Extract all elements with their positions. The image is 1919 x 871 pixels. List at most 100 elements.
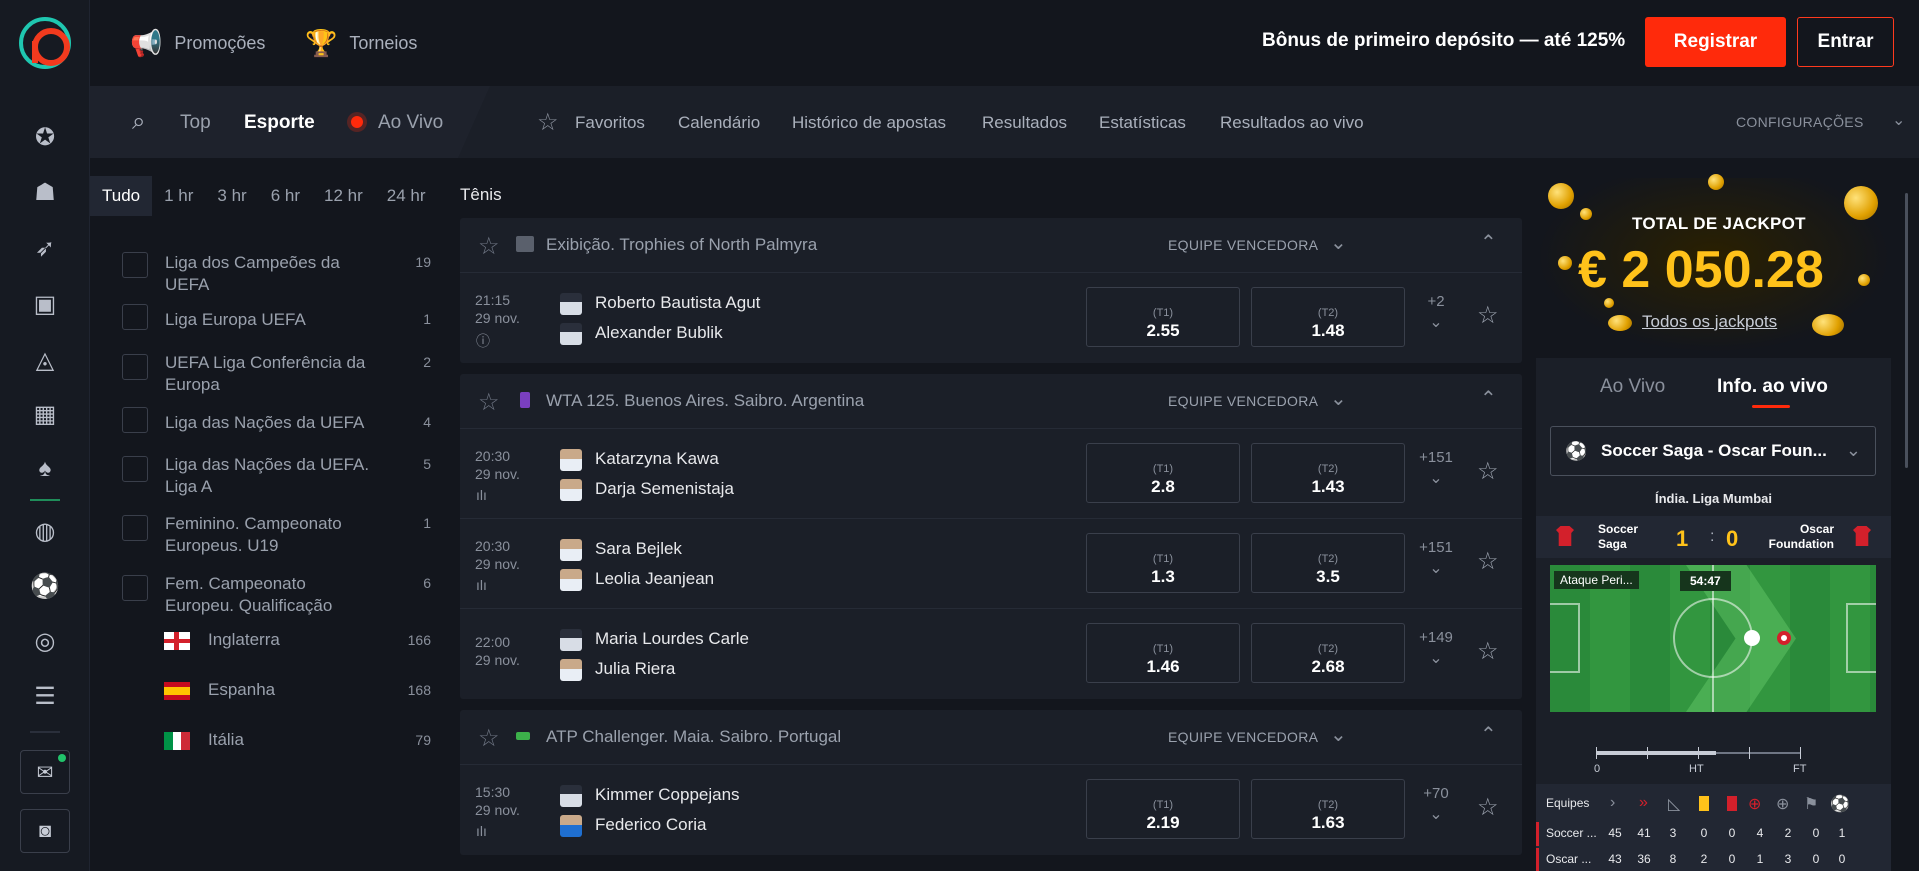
- star-icon[interactable]: ☆: [478, 724, 500, 753]
- league-name: Liga Europa UEFA: [165, 310, 306, 329]
- match-row[interactable]: 20:30 29 nov. ılı Sara Bejlek Leolia Jean…: [460, 519, 1522, 609]
- right-scrollbar[interactable]: [1905, 193, 1908, 468]
- time-filter-all[interactable]: Tudo: [90, 176, 153, 216]
- league-checkbox[interactable]: [122, 456, 148, 482]
- cards-icon[interactable]: ♠: [26, 450, 64, 488]
- promotions-link[interactable]: 📢 Promoções: [130, 28, 265, 59]
- favorite-star-icon[interactable]: ☆: [1477, 457, 1499, 486]
- more-markets-button[interactable]: +70 ⌄: [1416, 785, 1456, 824]
- bonus-banner[interactable]: Bônus de primeiro depósito — até 125%: [1262, 30, 1625, 52]
- market-selector[interactable]: EQUIPE VENCEDORA: [1168, 729, 1318, 745]
- lottery-icon[interactable]: ◬: [26, 341, 64, 379]
- odd-t1-button[interactable]: (T1) 2.8: [1086, 443, 1240, 503]
- odd-t1-button[interactable]: (T1) 1.46: [1086, 623, 1240, 683]
- nav-calendar[interactable]: Calendário: [678, 113, 760, 133]
- dealer-icon[interactable]: ☗: [26, 173, 64, 211]
- odd-t1-button[interactable]: (T1) 2.19: [1086, 779, 1240, 839]
- info-icon[interactable]: ⓘ: [476, 331, 490, 351]
- market-selector[interactable]: EQUIPE VENCEDORA: [1168, 393, 1318, 409]
- odd-t1-button[interactable]: (T1) 2.55: [1086, 287, 1240, 347]
- match-row[interactable]: 20:30 29 nov. ılı Katarzyna Kawa Darja Se…: [460, 429, 1522, 519]
- chevron-down-icon[interactable]: ⌄: [1330, 386, 1347, 411]
- match-selector[interactable]: ⚽ Soccer Saga - Oscar Foun... ⌄: [1550, 426, 1876, 476]
- league-filter-panel: Tudo 1 hr 3 hr 6 hr 12 hr 24 hr Liga dos…: [90, 158, 447, 871]
- favorite-star-icon[interactable]: ☆: [1477, 301, 1499, 330]
- league-checkbox[interactable]: [122, 515, 148, 541]
- time-filter-24h[interactable]: 24 hr: [375, 176, 438, 216]
- tab-live-info[interactable]: Info. ao vivo: [1717, 376, 1828, 398]
- soccer-icon[interactable]: ⚽: [26, 567, 64, 605]
- coin-icon: [1558, 256, 1572, 270]
- nav-live[interactable]: Ao Vivo: [378, 112, 443, 134]
- nav-statistics[interactable]: Estatísticas: [1099, 113, 1186, 133]
- basketball-icon[interactable]: ◍: [26, 512, 64, 550]
- odd-t2-button[interactable]: (T2) 1.63: [1251, 779, 1405, 839]
- more-markets-button[interactable]: +149 ⌄: [1416, 629, 1456, 668]
- stats-icon[interactable]: ılı: [476, 577, 487, 593]
- casino-chip-icon[interactable]: ✪: [26, 118, 64, 156]
- target-icon[interactable]: ◎: [26, 622, 64, 660]
- logo[interactable]: [19, 17, 71, 69]
- match-row[interactable]: 21:15 29 nov. ⓘ Roberto Bautista Agut Ale…: [460, 273, 1522, 363]
- chevron-down-icon[interactable]: ⌄: [1330, 230, 1347, 255]
- stat-value: 36: [1637, 852, 1651, 866]
- stats-icon[interactable]: ılı: [476, 487, 487, 503]
- odd-t2-button[interactable]: (T2) 3.5: [1251, 533, 1405, 593]
- register-button[interactable]: Registrar: [1645, 17, 1786, 67]
- favorite-star-icon[interactable]: ☆: [1477, 547, 1499, 576]
- pitch-penalty-box: [1578, 603, 1580, 673]
- nav-live-results[interactable]: Resultados ao vivo: [1220, 113, 1364, 133]
- time-filter-6h[interactable]: 6 hr: [259, 176, 312, 216]
- stats-icon[interactable]: ılı: [476, 823, 487, 839]
- jackpot-banner[interactable]: TOTAL DE JACKPOT € 2 050.28 Todos os jac…: [1536, 174, 1891, 353]
- login-button[interactable]: Entrar: [1797, 17, 1894, 67]
- star-icon[interactable]: ☆: [478, 232, 500, 261]
- chat-button[interactable]: ✉: [20, 750, 70, 794]
- time-filter-12h[interactable]: 12 hr: [312, 176, 375, 216]
- live-info-body: ⚽ Soccer Saga - Oscar Foun... ⌄ Índia. L…: [1536, 416, 1891, 871]
- odd-t2-button[interactable]: (T2) 2.68: [1251, 623, 1405, 683]
- league-checkbox[interactable]: [122, 354, 148, 380]
- more-markets-button[interactable]: +151 ⌄: [1416, 449, 1456, 488]
- league-checkbox[interactable]: [122, 252, 148, 278]
- settings-menu[interactable]: CONFIGURAÇÕES: [1736, 114, 1864, 130]
- nav-bet-history[interactable]: Histórico de apostas: [792, 113, 946, 133]
- nav-top[interactable]: Top: [180, 112, 211, 134]
- nav-results[interactable]: Resultados: [982, 113, 1067, 133]
- star-icon[interactable]: ☆: [537, 108, 559, 137]
- time-filter-1h[interactable]: 1 hr: [152, 176, 205, 216]
- nav-favorites[interactable]: Favoritos: [575, 113, 645, 133]
- tab-live[interactable]: Ao Vivo: [1600, 376, 1665, 398]
- chevron-up-icon[interactable]: ⌃: [1480, 230, 1497, 255]
- league-checkbox[interactable]: [122, 304, 148, 330]
- odd-t2-button[interactable]: (T2) 1.48: [1251, 287, 1405, 347]
- chevron-up-icon[interactable]: ⌃: [1480, 722, 1497, 747]
- market-selector[interactable]: EQUIPE VENCEDORA: [1168, 237, 1318, 253]
- favorite-star-icon[interactable]: ☆: [1477, 793, 1499, 822]
- receipt-icon[interactable]: ☰: [26, 677, 64, 715]
- more-markets-button[interactable]: +151 ⌄: [1416, 539, 1456, 578]
- nav-sport[interactable]: Esporte: [244, 112, 315, 134]
- chevron-down-icon[interactable]: ⌄: [1892, 110, 1906, 130]
- camera-button[interactable]: ◙: [20, 809, 70, 853]
- chevron-down-icon[interactable]: ⌄: [1330, 722, 1347, 747]
- rocket-icon[interactable]: ➶: [26, 229, 64, 267]
- odd-t1-button[interactable]: (T1) 1.3: [1086, 533, 1240, 593]
- search-icon[interactable]: ⌕: [132, 108, 145, 136]
- star-icon[interactable]: ☆: [478, 388, 500, 417]
- match-row[interactable]: 22:00 29 nov. Maria Lourdes Carle Julia R…: [460, 609, 1522, 699]
- chevron-up-icon[interactable]: ⌃: [1480, 386, 1497, 411]
- stat-value: 41: [1637, 826, 1651, 840]
- odd-t2-button[interactable]: (T2) 1.43: [1251, 443, 1405, 503]
- tv-games-icon[interactable]: ▣: [26, 285, 64, 323]
- time-filter-3h[interactable]: 3 hr: [205, 176, 258, 216]
- match-row[interactable]: 15:30 29 nov. ılı Kimmer Coppejans Federi…: [460, 765, 1522, 855]
- stat-value: 0: [1728, 852, 1736, 866]
- more-markets-button[interactable]: +2 ⌄: [1416, 293, 1456, 332]
- tournaments-link[interactable]: 🏆 Torneios: [305, 28, 417, 59]
- league-checkbox[interactable]: [122, 407, 148, 433]
- all-jackpots-link[interactable]: Todos os jackpots: [1642, 312, 1777, 332]
- bingo-icon[interactable]: ▦: [26, 395, 64, 433]
- favorite-star-icon[interactable]: ☆: [1477, 637, 1499, 666]
- league-checkbox[interactable]: [122, 575, 148, 601]
